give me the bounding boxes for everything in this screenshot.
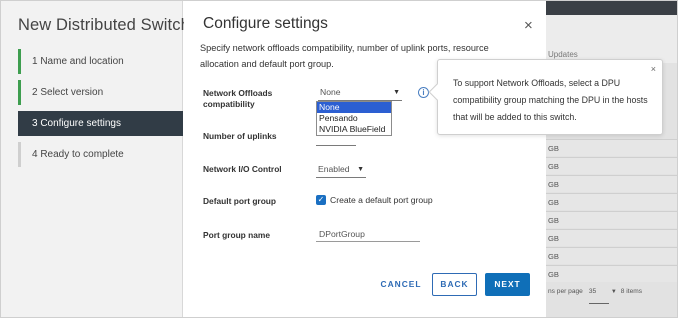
offloads-select-value: None bbox=[320, 87, 341, 97]
background-row: GB bbox=[546, 157, 677, 174]
background-row: GB bbox=[546, 193, 677, 210]
offloads-select[interactable]: None ▼ bbox=[318, 85, 402, 101]
step-configure-settings[interactable]: 3 Configure settings bbox=[18, 111, 183, 136]
background-row: GB bbox=[546, 247, 677, 264]
io-control-select-value: Enabled bbox=[318, 164, 350, 174]
wizard-steps: 1 Name and location 2 Select version 3 C… bbox=[18, 49, 183, 173]
chevron-down-icon: ▼ bbox=[393, 89, 400, 96]
offloads-option-pensando[interactable]: Pensando bbox=[317, 113, 391, 124]
offloads-option-none[interactable]: None bbox=[317, 102, 391, 113]
offloads-label: Network Offloads compatibility bbox=[203, 88, 273, 109]
wizard-title: New Distributed Switch bbox=[18, 16, 190, 34]
background-page-size-select[interactable]: 35 bbox=[588, 281, 609, 304]
io-control-select[interactable]: Enabled ▼ bbox=[316, 162, 366, 178]
default-port-group-checkbox[interactable]: ✓ bbox=[316, 195, 326, 205]
close-icon[interactable]: × bbox=[651, 64, 656, 74]
io-control-label: Network I/O Control bbox=[203, 164, 282, 174]
background-row: GB bbox=[546, 211, 677, 228]
step-select-version[interactable]: 2 Select version bbox=[18, 80, 183, 105]
background-updates-label: Updates bbox=[548, 50, 578, 59]
port-group-name-input[interactable]: DPortGroup bbox=[316, 227, 420, 242]
background-row: GB bbox=[546, 175, 677, 192]
default-port-group-label: Default port group bbox=[203, 196, 277, 206]
background-pagination: ns per page 35 ▼ 8 items bbox=[546, 281, 677, 304]
background-topbar bbox=[546, 1, 677, 15]
background-pagination-label: ns per page bbox=[548, 288, 583, 295]
popover-text: To support Network Offloads, select a DP… bbox=[453, 78, 648, 122]
wizard-nav: New Distributed Switch 1 Name and locati… bbox=[1, 1, 190, 317]
background-row: GB bbox=[546, 229, 677, 246]
uplinks-stepper[interactable] bbox=[316, 130, 356, 146]
uplinks-label: Number of uplinks bbox=[203, 131, 277, 141]
port-group-name-label: Port group name bbox=[203, 230, 271, 240]
step-name-and-location[interactable]: 1 Name and location bbox=[18, 49, 183, 74]
close-icon[interactable]: × bbox=[524, 18, 533, 33]
background-row: GB bbox=[546, 139, 677, 156]
info-icon[interactable]: i bbox=[418, 87, 429, 98]
offloads-info-popover: × To support Network Offloads, select a … bbox=[428, 59, 663, 135]
chevron-down-icon: ▼ bbox=[357, 166, 364, 173]
chevron-down-icon: ▼ bbox=[610, 289, 617, 295]
background-row: GB bbox=[546, 265, 677, 282]
back-button[interactable]: BACK bbox=[432, 273, 477, 296]
cancel-button[interactable]: CANCEL bbox=[376, 273, 426, 296]
step-ready-to-complete: 4 Ready to complete bbox=[18, 142, 183, 167]
background-panel: Updates GB GB GB GB GB GB GB GB ns per p… bbox=[546, 1, 677, 317]
default-port-group-checkbox-label[interactable]: Create a default port group bbox=[330, 195, 433, 205]
next-button[interactable]: NEXT bbox=[485, 273, 530, 296]
background-item-count: 8 items bbox=[620, 288, 643, 295]
page-title: Configure settings bbox=[203, 15, 328, 32]
main-panel: Configure settings × Specify network off… bbox=[184, 1, 546, 317]
